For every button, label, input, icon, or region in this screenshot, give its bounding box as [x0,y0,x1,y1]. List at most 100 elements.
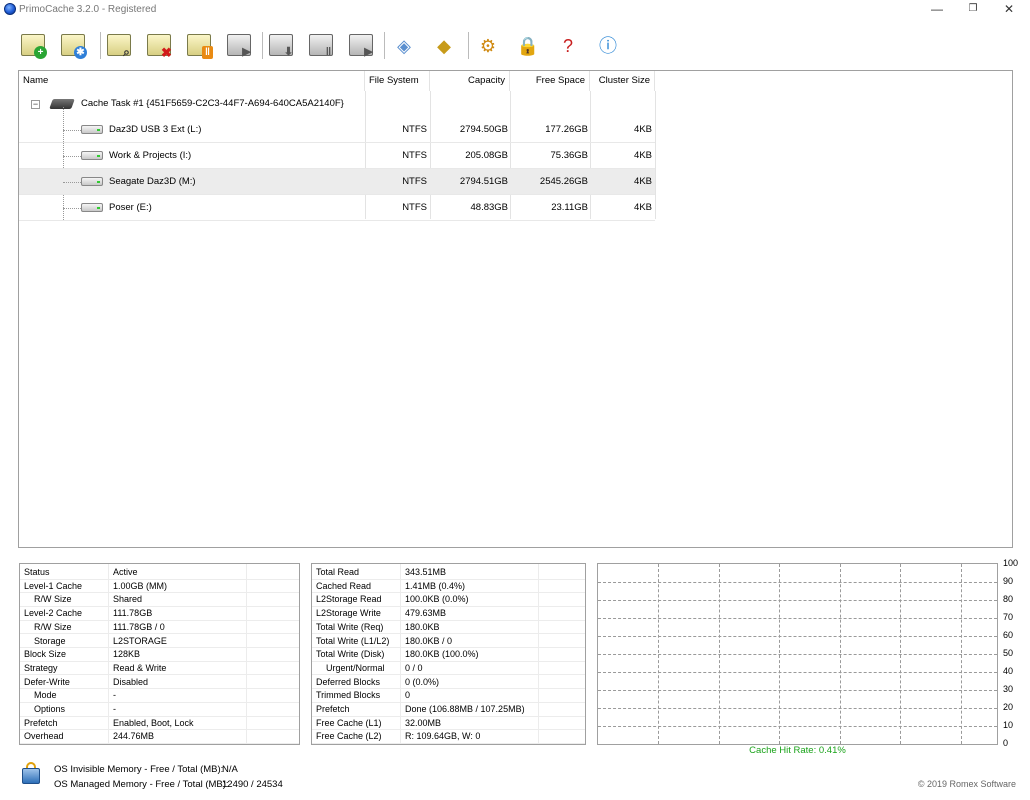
resume-cache-button[interactable]: ▶ [224,30,254,60]
info-row: Storage L2STORAGE [20,635,299,649]
help-icon: ? [562,36,573,56]
pause-icon: ‖ [202,46,213,59]
search-icon: ⌕ [123,45,130,59]
info-value: 128KB [113,649,141,660]
y-tick-label: 60 [1003,630,1014,640]
volume-row[interactable]: Poser (E:) NTFS 48.83GB 23.11GB 4KB [19,195,655,221]
y-tick-label: 40 [1003,666,1014,676]
info-key: Total Write (Req) [316,621,384,632]
flush-button[interactable]: ⬇ [266,30,296,60]
cache-task-row[interactable]: − Cache Task #1 {451F5659-C2C3-44F7-A694… [19,91,655,117]
info-value: 1.41MB (0.4%) [405,580,466,591]
play-icon: ▶ [242,46,251,58]
play-icon: ▶ [364,46,373,58]
volume-row[interactable]: Daz3D USB 3 Ext (L:) NTFS 2794.50GB 177.… [19,117,655,143]
info-key: Strategy [24,662,58,673]
new-cache-task-button[interactable]: + [18,30,48,60]
column-header-capacity[interactable]: Capacity [430,71,510,91]
info-key: Storage [34,635,66,646]
volume-name: Work & Projects (I:) [109,150,192,161]
pause-flush-button[interactable]: ‖ [306,30,336,60]
license-button[interactable]: 🔒 [512,30,542,60]
cache-task-tree[interactable]: Name File System Capacity Free Space Clu… [18,70,1013,548]
volume-row-selected[interactable]: Seagate Daz3D (M:) NTFS 2794.51GB 2545.2… [19,169,655,195]
key-icon: ◆ [437,36,451,56]
close-button[interactable]: ✕ [992,0,1026,20]
about-button[interactable]: ⓘ [592,30,622,60]
info-value: - [113,704,116,714]
app-icon [4,3,16,15]
info-row: Mode - [20,689,299,703]
gear-icon: ⚙ [479,36,497,56]
cache-task-label: Cache Task #1 {451F5659-C2C3-44F7-A694-6… [81,98,344,109]
info-row: Defer-Write Disabled [20,676,299,690]
collapse-icon[interactable]: − [31,100,40,109]
info-row: L2Storage Read 100.0KB (0.0%) [312,593,585,607]
info-key: Free Cache (L2) [316,731,382,742]
settings-button[interactable]: ⚙ [472,30,502,60]
volume-cluster-size: 4KB [634,124,652,135]
os-invisible-memory-value: N/A [222,764,238,775]
info-value: 244.76MB [113,731,155,742]
help-button[interactable]: ? [552,30,582,60]
l2-storage-button[interactable]: ◆ [428,30,458,60]
info-value: Disabled [113,676,149,687]
column-header-file-system[interactable]: File System [365,71,430,91]
info-key: Cached Read [316,580,372,591]
info-row: Prefetch Enabled, Boot, Lock [20,717,299,731]
info-key: Mode [34,690,57,701]
cache-statistics-button[interactable]: ⌕ [104,30,134,60]
volume-name: Seagate Daz3D (M:) [109,176,196,187]
y-tick-label: 50 [1003,648,1014,658]
graph-gridline [900,564,902,744]
column-header-name[interactable]: Name [19,71,365,91]
pause-icon: ‖ [325,46,332,58]
info-row: Total Write (Req) 180.0KB [312,621,585,635]
info-key: Level-1 Cache [24,580,83,591]
volume-capacity: 2794.51GB [459,176,508,187]
info-row: Urgent/Normal 0 / 0 [312,662,585,676]
info-value: 111.78GB / 0 [113,621,165,632]
info-key: Total Write (Disk) [316,649,385,660]
info-row: Block Size 128KB [20,648,299,662]
y-tick-label: 70 [1003,612,1014,622]
os-invisible-memory-label: OS Invisible Memory - Free / Total (MB): [54,764,224,775]
cache-config-panel: Status Active Level-1 Cache 1.00GB (MM) R/W … [19,563,300,745]
os-managed-memory-label: OS Managed Memory - Free / Total (MB): [54,779,229,790]
volume-cluster-size: 4KB [634,202,652,213]
graph-gridline [658,564,660,744]
volume-row[interactable]: Work & Projects (I:) NTFS 205.08GB 75.36… [19,143,655,169]
volume-free-space: 75.36GB [550,150,589,161]
volume-file-system: NTFS [402,176,427,187]
graph-gridline [718,564,720,744]
drive-icon [81,177,103,186]
info-key: Prefetch [24,717,58,728]
info-value: 1.00GB (MM) [113,580,168,591]
resume-flush-button[interactable]: ▶ [346,30,376,60]
info-row: Strategy Read & Write [20,662,299,676]
pause-cache-button[interactable]: ‖ [184,30,214,60]
column-header-cluster-size[interactable]: Cluster Size [590,71,655,91]
manage-storage-button[interactable]: ◈ [388,30,418,60]
info-row: Options - [20,703,299,717]
graph-gridline [779,564,781,744]
cache-stats-panel: Total Read 343.51MB Cached Read 1.41MB (0.4… [311,563,586,745]
cache-options-button[interactable]: ✱ [58,30,88,60]
info-value: 479.63MB [405,608,447,619]
info-key: Total Write (L1/L2) [316,635,390,646]
delete-cache-task-button[interactable]: ✖ [144,30,174,60]
info-key: Total Read [316,567,360,577]
y-tick-label: 90 [1003,576,1014,586]
column-header-free-space[interactable]: Free Space [510,71,590,91]
volume-capacity: 2794.50GB [459,124,508,135]
storage-icon: ◈ [397,36,411,56]
info-row: Overhead 244.76MB [20,730,299,744]
minimize-button[interactable]: — [920,0,954,20]
graph-gridline [839,564,841,744]
volume-file-system: NTFS [402,150,427,161]
maximize-button[interactable]: ❐ [956,0,990,20]
info-value: 0 / 0 [405,662,423,673]
info-key: L2Storage Read [316,594,382,605]
info-row: Cached Read 1.41MB (0.4%) [312,580,585,594]
info-value: Shared [113,594,143,605]
